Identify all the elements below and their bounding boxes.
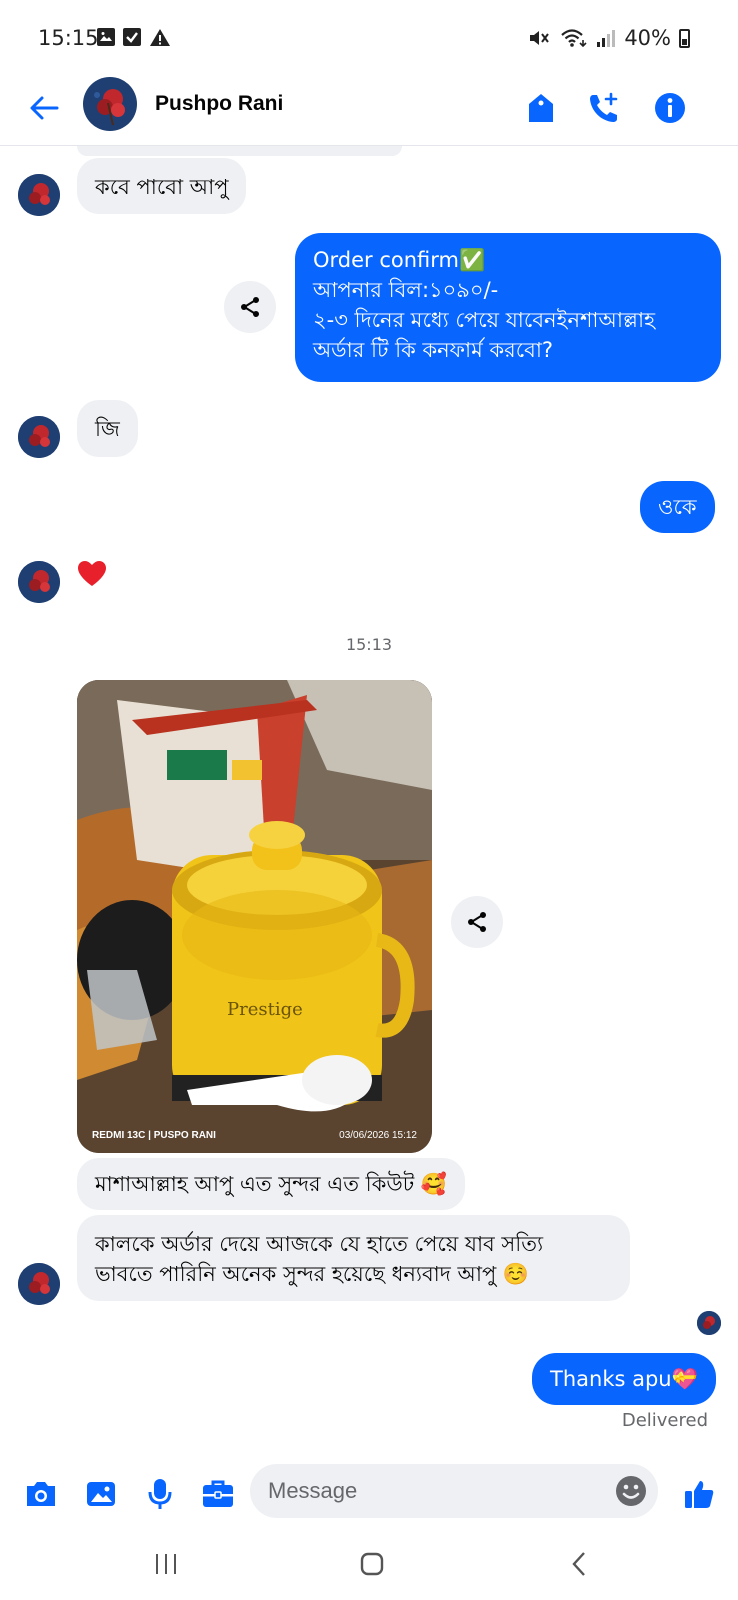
add-call-icon [590, 92, 618, 122]
camera-button[interactable] [21, 1474, 61, 1514]
contact-avatar-small [18, 1263, 60, 1305]
thumbs-up-icon [685, 1481, 714, 1508]
microphone-button[interactable] [140, 1474, 180, 1514]
contact-avatar-small [18, 174, 60, 216]
battery-percent: 40% [624, 26, 671, 50]
heart-icon [78, 561, 106, 586]
emoji-button[interactable] [615, 1475, 647, 1507]
incoming-message[interactable]: জি [77, 400, 138, 457]
share-icon [468, 912, 486, 932]
timestamp: 15:13 [345, 635, 393, 654]
previous-message-fragment [77, 146, 402, 156]
message-line-2: ভাবতে পারিনি অনেক সুন্দর হয়েছে ধন্যবাদ … [95, 1262, 530, 1286]
message-input[interactable] [250, 1464, 658, 1518]
camera-icon [27, 1482, 55, 1506]
product-photo: Prestige [77, 680, 432, 1153]
incoming-message-multiline[interactable]: কালকে অর্ডার দেয়ে আজকে যে হাতে পেয়ে যা… [77, 1215, 630, 1301]
warning-icon [150, 29, 170, 46]
notification-icons [97, 28, 171, 47]
outgoing-message[interactable]: Thanks apu💝 [532, 1353, 716, 1405]
tag-icon [529, 94, 553, 122]
mute-icon [530, 31, 550, 45]
home-icon [360, 1552, 384, 1576]
contact-avatar-small [18, 561, 60, 603]
message-line-1: কালকে অর্ডার দেয়ে আজকে যে হাতে পেয়ে যা… [95, 1232, 544, 1256]
emoji-icon [616, 1476, 646, 1506]
recent-apps-icon [156, 1554, 176, 1574]
photo-watermark-date: 03/06/2026 15:12 [339, 1130, 417, 1141]
image-icon [87, 1482, 115, 1506]
photo-watermark-device: REDMI 13C | PUSPO RANI [92, 1130, 216, 1141]
heart-message[interactable] [77, 560, 107, 592]
seen-avatar [697, 1311, 721, 1335]
tag-button[interactable] [519, 86, 563, 130]
system-back-button[interactable] [554, 1544, 604, 1584]
outgoing-message-order[interactable]: Order confirm✅ আপনার বিল:১০৯০/- ২-৩ দিনে… [295, 233, 721, 382]
gallery-button[interactable] [81, 1474, 121, 1514]
share-icon [241, 297, 259, 317]
incoming-message[interactable]: কবে পাবো আপু [77, 158, 247, 214]
arrow-left-icon [30, 96, 59, 120]
home-button[interactable] [347, 1544, 397, 1584]
system-nav-bar [0, 1530, 738, 1600]
share-button[interactable] [224, 281, 276, 333]
contact-avatar[interactable] [83, 77, 137, 131]
delivered-status: Delivered [621, 1410, 708, 1431]
status-right: 40% [528, 26, 690, 50]
order-line-3: ২-৩ দিনের মধ্যে পেয়ে যাবেনইনশাআল্লাহ [313, 308, 656, 332]
order-line-4: অর্ডার টি কি কনফার্ম করবো? [313, 338, 554, 362]
signal-icon [597, 30, 616, 47]
info-button[interactable] [648, 86, 692, 130]
order-line-2: আপনার বিল:১০৯০/- [313, 278, 499, 302]
info-icon [655, 93, 685, 123]
photo-message[interactable]: Prestige REDMI 13C | PUSPO RANI 03/06/20… [77, 680, 432, 1153]
back-button[interactable] [24, 88, 64, 128]
recent-apps-button[interactable] [141, 1544, 191, 1584]
image-notification-icon [97, 28, 115, 46]
status-time: 15:15 [38, 26, 99, 50]
like-button[interactable] [679, 1474, 719, 1514]
call-button[interactable] [582, 86, 626, 130]
microphone-icon [148, 1479, 172, 1509]
share-button[interactable] [451, 896, 503, 948]
chat-header: Pushpo Rani [0, 70, 738, 146]
contact-avatar-small [18, 416, 60, 458]
check-notification-icon [123, 28, 141, 46]
composer-bar [0, 1458, 738, 1530]
battery-icon [679, 28, 690, 48]
toolbox-button[interactable] [198, 1474, 238, 1514]
order-line-1: Order confirm✅ [313, 248, 486, 272]
incoming-message[interactable]: মাশাআল্লাহ আপু এত সুন্দর এত কিউট 🥰 [77, 1158, 466, 1210]
wifi-icon [561, 29, 587, 48]
contact-name[interactable]: Pushpo Rani [155, 92, 283, 116]
briefcase-icon [203, 1480, 233, 1507]
svg-text:Prestige: Prestige [227, 999, 303, 1020]
chevron-left-icon [572, 1552, 585, 1576]
outgoing-message[interactable]: ওকে [640, 481, 715, 533]
status-bar: 15:15 40% [0, 0, 738, 76]
